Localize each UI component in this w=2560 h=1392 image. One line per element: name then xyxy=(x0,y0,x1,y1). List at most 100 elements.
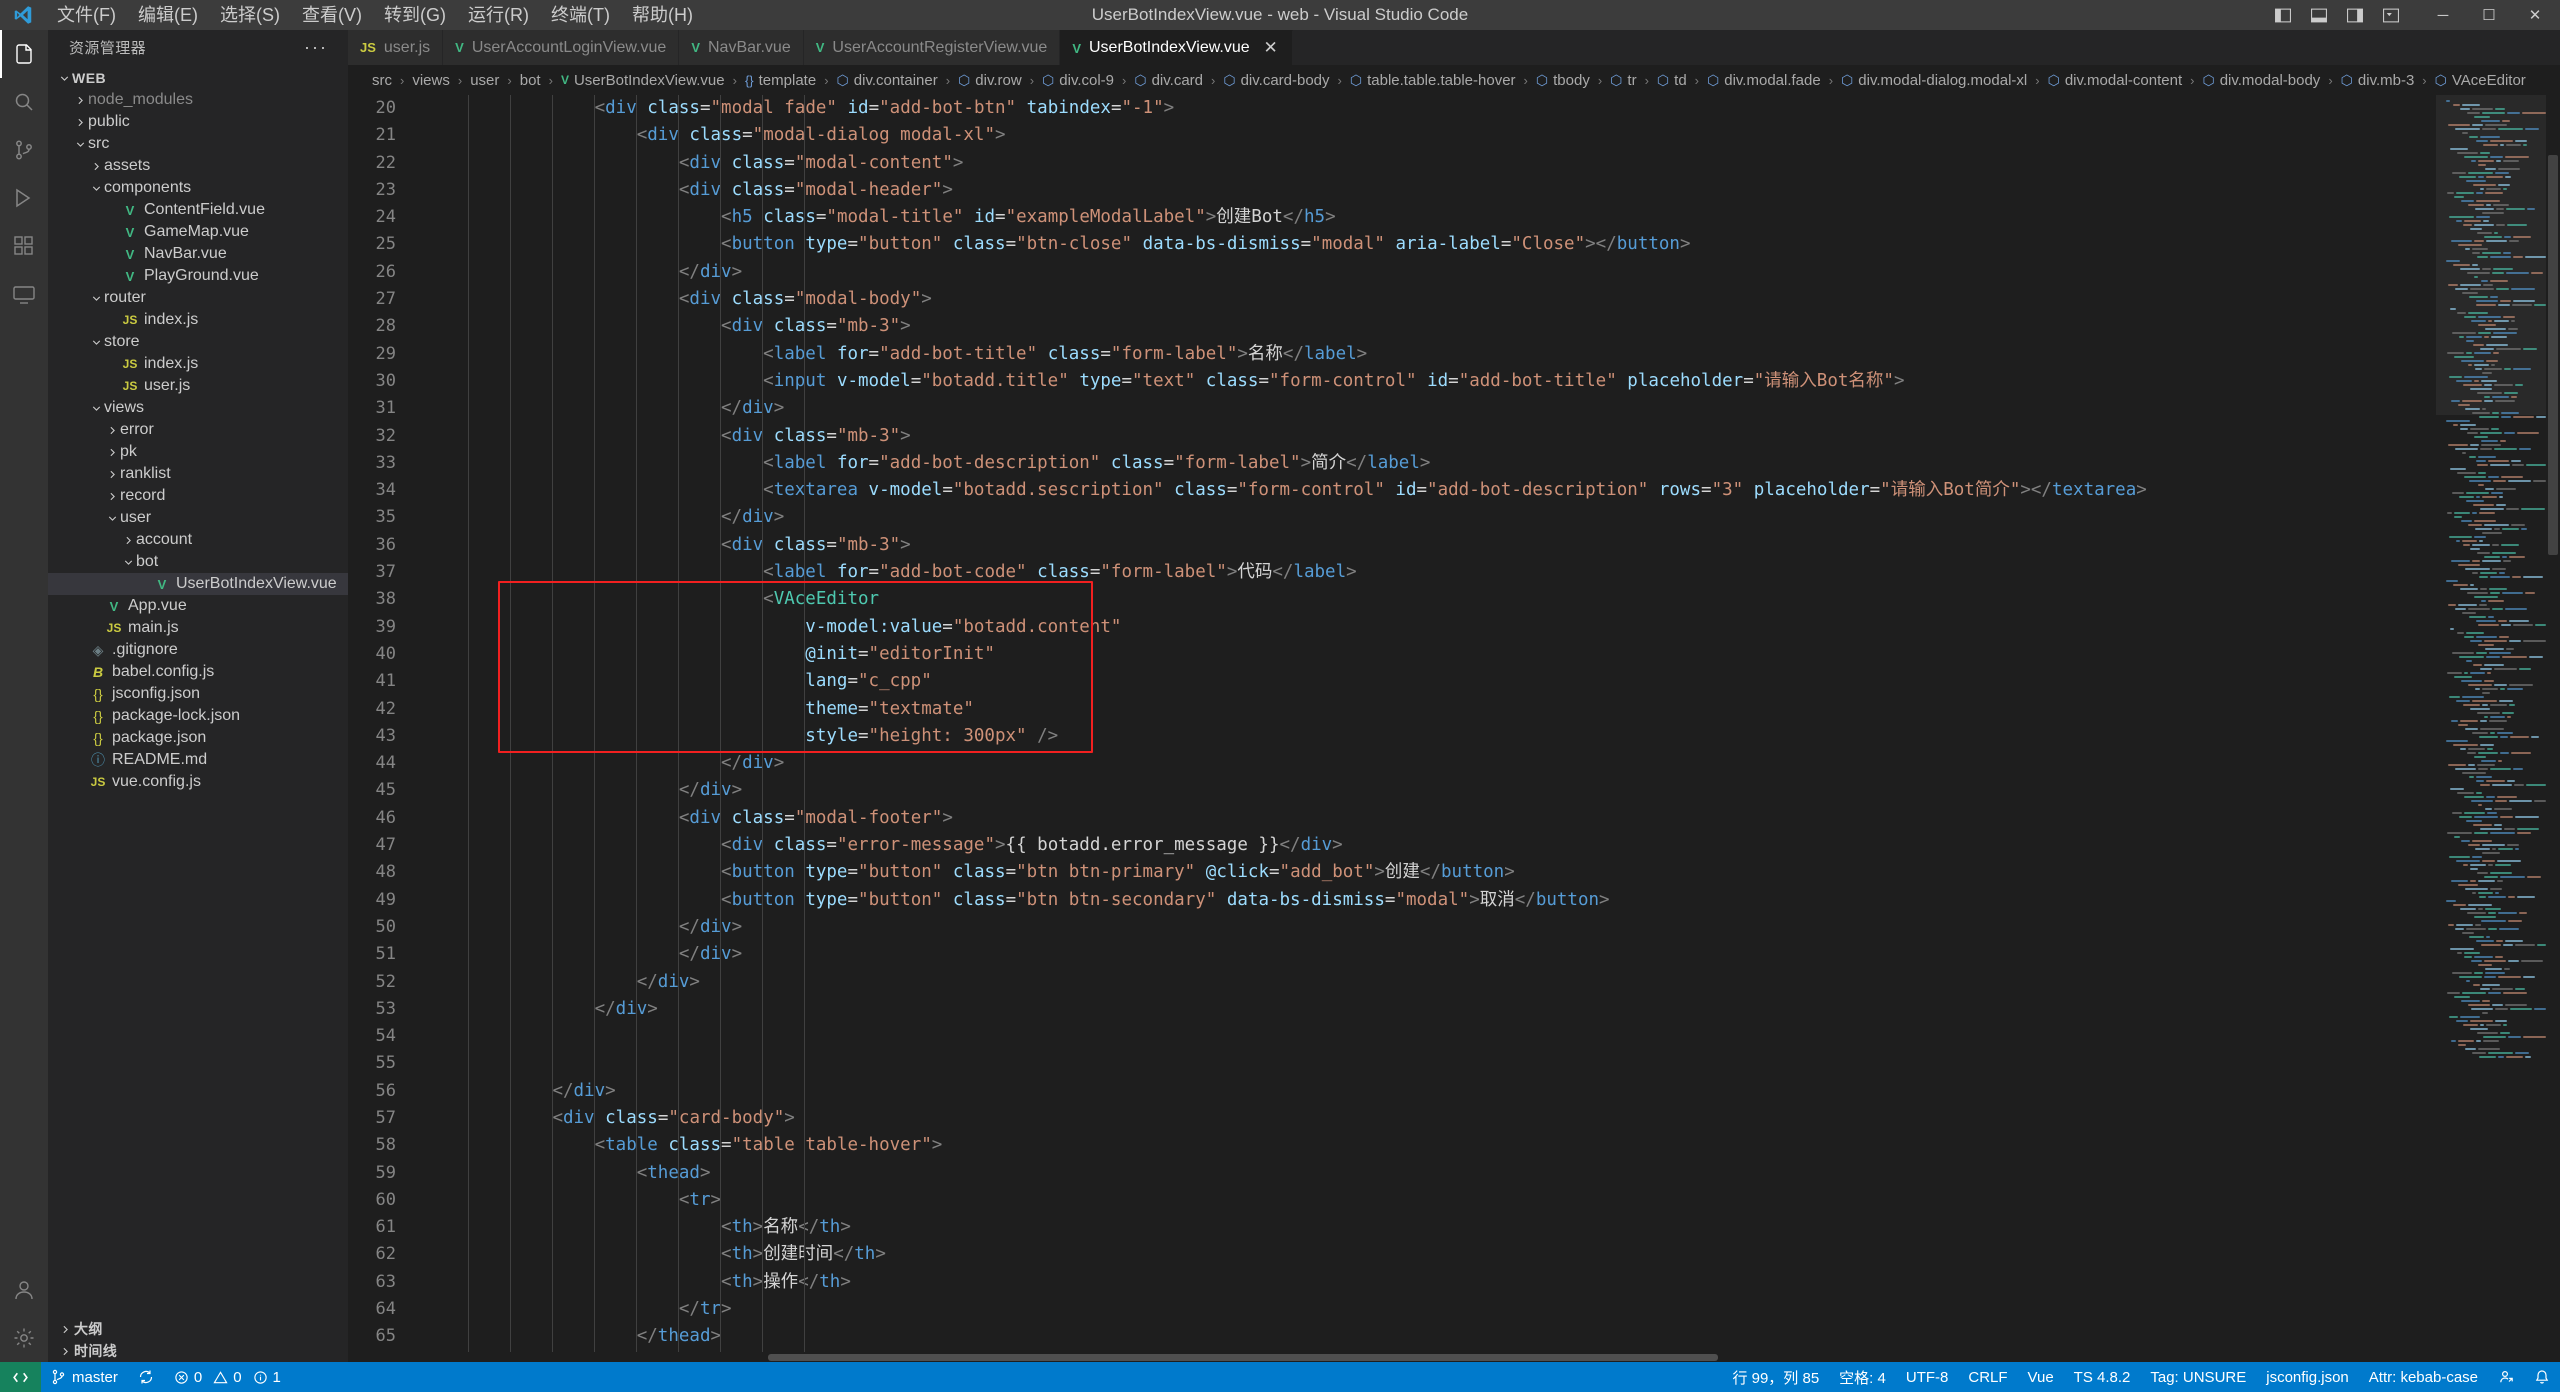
chevron-right-icon[interactable] xyxy=(104,466,120,482)
jsconfig-button[interactable]: jsconfig.json xyxy=(2256,1362,2359,1392)
tab-close-icon[interactable]: ✕ xyxy=(1262,38,1280,58)
menu-bar[interactable]: 文件(F) 编辑(E) 选择(S) 查看(V) 转到(G) 运行(R) 终端(T… xyxy=(46,1,704,29)
code-editor[interactable]: 20 <div class="modal fade" id="add-bot-b… xyxy=(348,95,2436,1352)
tree-file-item[interactable]: {} jsconfig.json xyxy=(48,683,348,705)
menu-file[interactable]: 文件(F) xyxy=(46,1,127,29)
outline-section-header[interactable]: 大纲 xyxy=(48,1318,348,1340)
code-line[interactable]: 51 </div> xyxy=(348,941,2436,968)
code-line[interactable]: 32 <div class="mb-3"> xyxy=(348,423,2436,450)
file-tree[interactable]: WEB node_modules public src assets components… xyxy=(48,65,348,1318)
breadcrumb-item[interactable]: ⬡ div.modal-dialog.modal-xl xyxy=(1841,72,2027,89)
breadcrumb-item[interactable]: bot xyxy=(520,72,541,89)
tree-file-item[interactable]: JS index.js xyxy=(48,309,348,331)
tree-folder-item[interactable]: record xyxy=(48,485,348,507)
git-branch-button[interactable]: master xyxy=(41,1362,128,1392)
code-line[interactable]: 47 <div class="error-message">{{ botadd.… xyxy=(348,832,2436,859)
customize-layout-icon[interactable] xyxy=(2380,7,2402,24)
code-line[interactable]: 38 <VAceEditor xyxy=(348,586,2436,613)
tree-folder-item[interactable]: bot xyxy=(48,551,348,573)
code-line[interactable]: 23 <div class="modal-header"> xyxy=(348,177,2436,204)
code-line[interactable]: 20 <div class="modal fade" id="add-bot-b… xyxy=(348,95,2436,122)
sidebar-item-run-and-debug[interactable] xyxy=(0,174,48,222)
code-line[interactable]: 44 </div> xyxy=(348,750,2436,777)
tree-folder-item[interactable]: ranklist xyxy=(48,463,348,485)
code-line[interactable]: 33 <label for="add-bot-description" clas… xyxy=(348,450,2436,477)
tree-folder-item[interactable]: views xyxy=(48,397,348,419)
tree-file-item[interactable]: JS index.js xyxy=(48,353,348,375)
tree-folder-item[interactable]: public xyxy=(48,111,348,133)
feedback-icon[interactable] xyxy=(2488,1362,2524,1392)
breadcrumb-item[interactable]: ⬡ table.table.table-hover xyxy=(1350,72,1516,89)
code-line[interactable]: 54 xyxy=(348,1023,2436,1050)
tree-folder-item[interactable]: account xyxy=(48,529,348,551)
code-line[interactable]: 28 <div class="mb-3"> xyxy=(348,313,2436,340)
breadcrumb-item[interactable]: {} template xyxy=(745,72,816,89)
breadcrumb-item[interactable]: ⬡ VAceEditor xyxy=(2435,72,2526,89)
tree-file-item[interactable]: ⓘ README.md xyxy=(48,749,348,771)
window-maximize-button[interactable]: ☐ xyxy=(2466,0,2512,30)
code-line[interactable]: 56 </div> xyxy=(348,1078,2436,1105)
sidebar-item-source-control[interactable] xyxy=(0,126,48,174)
tree-folder-item[interactable]: node_modules xyxy=(48,89,348,111)
breadcrumb-item[interactable]: ⬡ div.modal-content xyxy=(2048,72,2183,89)
toggle-secondary-sidebar-icon[interactable] xyxy=(2344,7,2366,24)
code-line[interactable]: 48 <button type="button" class="btn btn-… xyxy=(348,859,2436,886)
chevron-right-icon[interactable] xyxy=(104,422,120,438)
breadcrumb-item[interactable]: user xyxy=(470,72,499,89)
accounts-icon[interactable] xyxy=(0,1266,48,1314)
breadcrumb-item[interactable]: ⬡ div.col-9 xyxy=(1042,72,1114,89)
sidebar-item-explorer[interactable] xyxy=(0,30,48,78)
breadcrumb-item[interactable]: ⬡ tbody xyxy=(1536,72,1590,89)
code-line[interactable]: 35 </div> xyxy=(348,504,2436,531)
remote-indicator-button[interactable] xyxy=(0,1362,41,1392)
code-line[interactable]: 45 </div> xyxy=(348,777,2436,804)
tree-file-item[interactable]: V PlayGround.vue xyxy=(48,265,348,287)
code-line[interactable]: 41 lang="c_cpp" xyxy=(348,668,2436,695)
breadcrumb-item[interactable]: ⬡ div.modal.fade xyxy=(1707,72,1821,89)
code-line[interactable]: 34 <textarea v-model="botadd.sescription… xyxy=(348,477,2436,504)
menu-help[interactable]: 帮助(H) xyxy=(621,1,704,29)
code-line[interactable]: 42 theme="textmate" xyxy=(348,696,2436,723)
breadcrumb-item[interactable]: ⬡ div.row xyxy=(958,72,1022,89)
breadcrumb-item[interactable]: ⬡ td xyxy=(1657,72,1687,89)
tree-folder-item[interactable]: pk xyxy=(48,441,348,463)
breadcrumb-item[interactable]: views xyxy=(412,72,450,89)
tree-file-item[interactable]: V UserBotIndexView.vue xyxy=(48,573,348,595)
breadcrumb[interactable]: src › views › user › bot › V UserBotIndexView.vue… xyxy=(348,65,2560,95)
code-line[interactable]: 27 <div class="modal-body"> xyxy=(348,286,2436,313)
chevron-right-icon[interactable] xyxy=(88,158,104,174)
code-line[interactable]: 22 <div class="modal-content"> xyxy=(348,150,2436,177)
tree-folder-item[interactable]: error xyxy=(48,419,348,441)
notifications-bell-icon[interactable] xyxy=(2524,1362,2560,1392)
chevron-down-icon[interactable] xyxy=(88,180,104,196)
window-close-button[interactable]: ✕ xyxy=(2512,0,2558,30)
code-line[interactable]: 59 <thead> xyxy=(348,1160,2436,1187)
indentation-button[interactable]: 空格: 4 xyxy=(1829,1362,1896,1392)
editor-horizontal-scrollbar[interactable] xyxy=(348,1352,2560,1362)
toggle-panel-icon[interactable] xyxy=(2308,7,2330,24)
code-line[interactable]: 31 </div> xyxy=(348,395,2436,422)
code-line[interactable]: 37 <label for="add-bot-code" class="form… xyxy=(348,559,2436,586)
code-line[interactable]: 49 <button type="button" class="btn btn-… xyxy=(348,887,2436,914)
chevron-down-icon[interactable] xyxy=(88,400,104,416)
menu-edit[interactable]: 编辑(E) xyxy=(127,1,209,29)
tree-file-item[interactable]: JS main.js xyxy=(48,617,348,639)
editor-tab[interactable]: V UserBotIndexView.vue ✕ xyxy=(1060,30,1293,65)
code-line[interactable]: 43 style="height: 300px" /> xyxy=(348,723,2436,750)
tree-file-item[interactable]: {} package-lock.json xyxy=(48,705,348,727)
chevron-down-icon[interactable] xyxy=(56,70,72,86)
chevron-down-icon[interactable] xyxy=(88,334,104,350)
menu-selection[interactable]: 选择(S) xyxy=(209,1,291,29)
code-line[interactable]: 57 <div class="card-body"> xyxy=(348,1105,2436,1132)
code-line[interactable]: 60 <tr> xyxy=(348,1187,2436,1214)
tree-folder-item[interactable]: assets xyxy=(48,155,348,177)
editor-tab-bar[interactable]: JS user.js V UserAccountLoginView.vue V NavBa… xyxy=(348,30,2560,65)
code-line[interactable]: 40 @init="editorInit" xyxy=(348,641,2436,668)
code-line[interactable]: 25 <button type="button" class="btn-clos… xyxy=(348,231,2436,258)
breadcrumb-item[interactable]: ⬡ div.mb-3 xyxy=(2341,72,2415,89)
attr-style-button[interactable]: Attr: kebab-case xyxy=(2359,1362,2488,1392)
code-line[interactable]: 26 </div> xyxy=(348,259,2436,286)
tag-status-button[interactable]: Tag: UNSURE xyxy=(2140,1362,2256,1392)
editor-tab[interactable]: V NavBar.vue xyxy=(679,30,804,65)
chevron-down-icon[interactable] xyxy=(120,554,136,570)
